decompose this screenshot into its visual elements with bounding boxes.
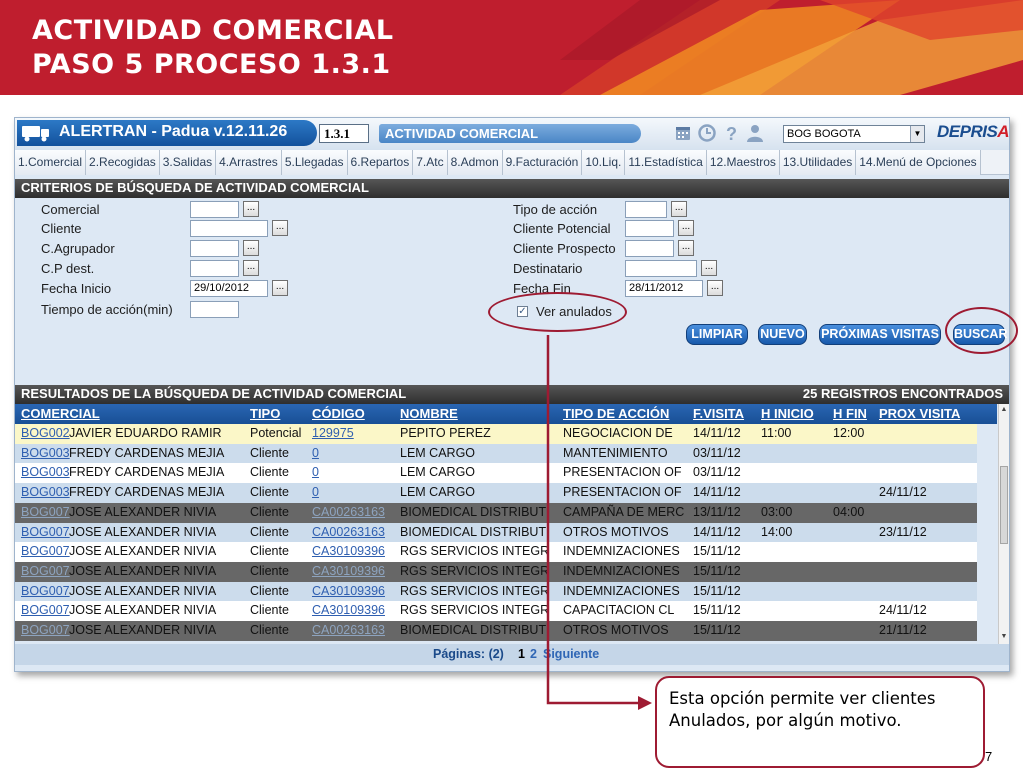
page-number: 7 (985, 749, 993, 764)
annotation-overlay (546, 335, 652, 710)
callout-box: Esta opción permite ver clientes Anulado… (655, 676, 985, 768)
callout-text-line-1: Esta opción permite ver clientes (669, 689, 936, 708)
buscar-highlight (945, 307, 1018, 354)
annotation-connector (546, 335, 640, 705)
ver-anulados-highlight (488, 292, 627, 332)
callout-text-line-2: Anulados, por algún motivo. (669, 711, 902, 730)
arrow-right-icon (638, 696, 652, 710)
